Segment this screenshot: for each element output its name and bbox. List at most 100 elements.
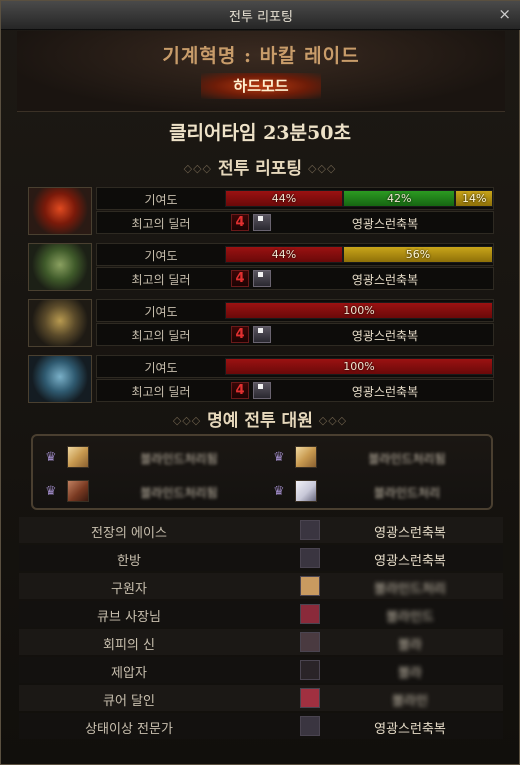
player-entry: 기여도 100% 최고의 딜러 4 영광스런축복 — [28, 355, 494, 403]
award-row: 회피의 신 블라 — [19, 629, 503, 655]
best-dealer-row: 최고의 딜러 4 영광스런축복 — [96, 211, 494, 234]
honor-member[interactable]: ♛ 블라인드처리 — [273, 480, 493, 504]
brown-hair-character — [67, 480, 89, 502]
crown-medal-icon: ♛ — [273, 450, 285, 465]
award-recipient-name: 블라인드처리 — [374, 582, 446, 597]
award-recipient-name: 블라 — [398, 666, 422, 681]
award-row: 한방 영광스런축복 — [19, 545, 503, 571]
contribution-percent: 100% — [343, 304, 375, 317]
white-hair-character — [295, 480, 317, 502]
best-dealer-label: 최고의 딜러 — [131, 385, 191, 399]
award-recipient-avatar — [300, 716, 320, 736]
award-title: 한방 — [117, 554, 141, 569]
dealer-rank-icon: 4 — [231, 382, 249, 399]
dealer-rank-icon: 4 — [231, 270, 249, 287]
best-dealer-name: 영광스런축복 — [351, 385, 419, 399]
dealer-avatar — [253, 214, 271, 231]
honor-member[interactable]: ♛ 블라인드처리됨 — [273, 446, 493, 470]
award-recipient-name: 블라인드 — [386, 610, 434, 625]
blonde-character — [67, 446, 89, 468]
honor-section-title: ◇◇◇ 명예 전투 대원 ◇◇◇ — [1, 406, 519, 431]
player-entry: 기여도 44% 56% 최고의 딜러 4 영광스런축복 — [28, 243, 494, 291]
report-title-text: 전투 리포팅 — [217, 159, 303, 179]
honor-member[interactable]: ♛ 블라인드처리됨 — [45, 480, 265, 504]
award-title: 구원자 — [111, 582, 147, 597]
contribution-percent: 14% — [462, 192, 487, 205]
crown-medal-icon: ♛ — [273, 484, 285, 499]
award-recipient-avatar — [300, 604, 320, 624]
ornament-left: ◇◇◇ — [172, 414, 202, 427]
best-dealer-label: 최고의 딜러 — [131, 273, 191, 287]
dealer-avatar — [253, 270, 271, 287]
award-recipient-avatar — [300, 548, 320, 568]
contribution-segment: 44% — [225, 246, 343, 263]
award-recipient-avatar — [300, 576, 320, 596]
contribution-bar: 44% 56% — [225, 246, 493, 263]
raid-mode-badge: 하드모드 — [201, 73, 321, 99]
title-bar[interactable]: 전투 리포팅 × — [1, 1, 520, 30]
award-row: 제압자 블라 — [19, 657, 503, 683]
award-recipient-avatar — [300, 632, 320, 652]
award-title: 큐어 달인 — [103, 694, 155, 709]
honor-title-text: 명예 전투 대원 — [207, 411, 313, 431]
honor-member[interactable]: ♛ 블라인드처리됨 — [45, 446, 265, 470]
best-dealer-row: 최고의 딜러 4 영광스런축복 — [96, 379, 494, 402]
award-row: 큐어 달인 블라인 — [19, 685, 503, 711]
contribution-label: 기여도 — [144, 361, 178, 375]
raid-header: 기계혁명 : 바칼 레이드 하드모드 — [17, 31, 505, 112]
contribution-segment: 42% — [342, 190, 456, 207]
blonde-character — [295, 446, 317, 468]
ornament-right: ◇◇◇ — [318, 414, 348, 427]
contribution-row: 기여도 100% — [96, 355, 494, 378]
honor-members-box: ♛ 블라인드처리됨 ♛ 블라인드처리됨 ♛ 블라인드처리됨 ♛ 블라인드처리 — [31, 434, 493, 510]
contribution-segment: 56% — [342, 246, 493, 263]
contribution-segment: 44% — [225, 190, 343, 207]
award-title: 회피의 신 — [103, 638, 155, 653]
player-entry: 기여도 44% 42% 14% 최고의 딜러 4 영광스런축복 — [28, 187, 494, 235]
ornament-right: ◇◇◇ — [307, 162, 337, 175]
award-row: 상태이상 전문가 영광스런축복 — [19, 713, 503, 739]
honor-member-name: 블라인드처리됨 — [368, 452, 446, 466]
award-recipient-name: 블라 — [398, 638, 422, 653]
contribution-bar: 100% — [225, 302, 493, 319]
contribution-label: 기여도 — [144, 249, 178, 263]
window-title: 전투 리포팅 — [229, 10, 293, 25]
best-dealer-name: 영광스런축복 — [351, 273, 419, 287]
contribution-bar: 44% 42% 14% — [225, 190, 493, 207]
dealer-rank-icon: 4 — [231, 214, 249, 231]
award-recipient-name: 영광스런축복 — [374, 526, 446, 541]
crown-medal-icon: ♛ — [45, 450, 57, 465]
award-row: 전장의 에이스 영광스런축복 — [19, 517, 503, 543]
contribution-percent: 44% — [271, 192, 297, 205]
red-armor-portrait — [28, 187, 92, 235]
dealer-rank-icon: 4 — [231, 326, 249, 343]
best-dealer-label: 최고의 딜러 — [131, 329, 191, 343]
report-section-title: ◇◇◇ 전투 리포팅 ◇◇◇ — [1, 154, 519, 179]
gold-armor-portrait — [28, 299, 92, 347]
contribution-label: 기여도 — [144, 305, 178, 319]
award-title: 전장의 에이스 — [91, 526, 167, 541]
contribution-bar: 100% — [225, 358, 493, 375]
honor-member-name: 블라인드처리됨 — [140, 486, 218, 500]
contribution-percent: 56% — [405, 248, 431, 261]
award-title: 상태이상 전문가 — [85, 722, 173, 737]
best-dealer-row: 최고의 딜러 4 영광스런축복 — [96, 267, 494, 290]
contribution-segment: 100% — [225, 358, 493, 375]
award-recipient-avatar — [300, 688, 320, 708]
clear-time: 클리어타임 23분50초 — [169, 122, 351, 144]
close-icon[interactable]: × — [498, 7, 511, 22]
honor-member-name: 블라인드처리 — [373, 486, 441, 500]
best-dealer-row: 최고의 딜러 4 영광스런축복 — [96, 323, 494, 346]
report-window: 전투 리포팅 × 기계혁명 : 바칼 레이드 하드모드 클리어타임 23분50초… — [0, 0, 520, 765]
contribution-segment: 100% — [225, 302, 493, 319]
award-recipient-name: 영광스런축복 — [374, 722, 446, 737]
award-recipient-avatar — [300, 520, 320, 540]
award-row: 구원자 블라인드처리 — [19, 573, 503, 599]
raid-name: 기계혁명 : 바칼 레이드 — [162, 45, 360, 67]
award-title: 제압자 — [111, 666, 147, 681]
dealer-avatar — [253, 382, 271, 399]
award-row: 큐브 사장님 블라인드 — [19, 601, 503, 627]
contribution-label: 기여도 — [144, 193, 178, 207]
ornament-left: ◇◇◇ — [183, 162, 213, 175]
contribution-percent: 42% — [386, 192, 412, 205]
